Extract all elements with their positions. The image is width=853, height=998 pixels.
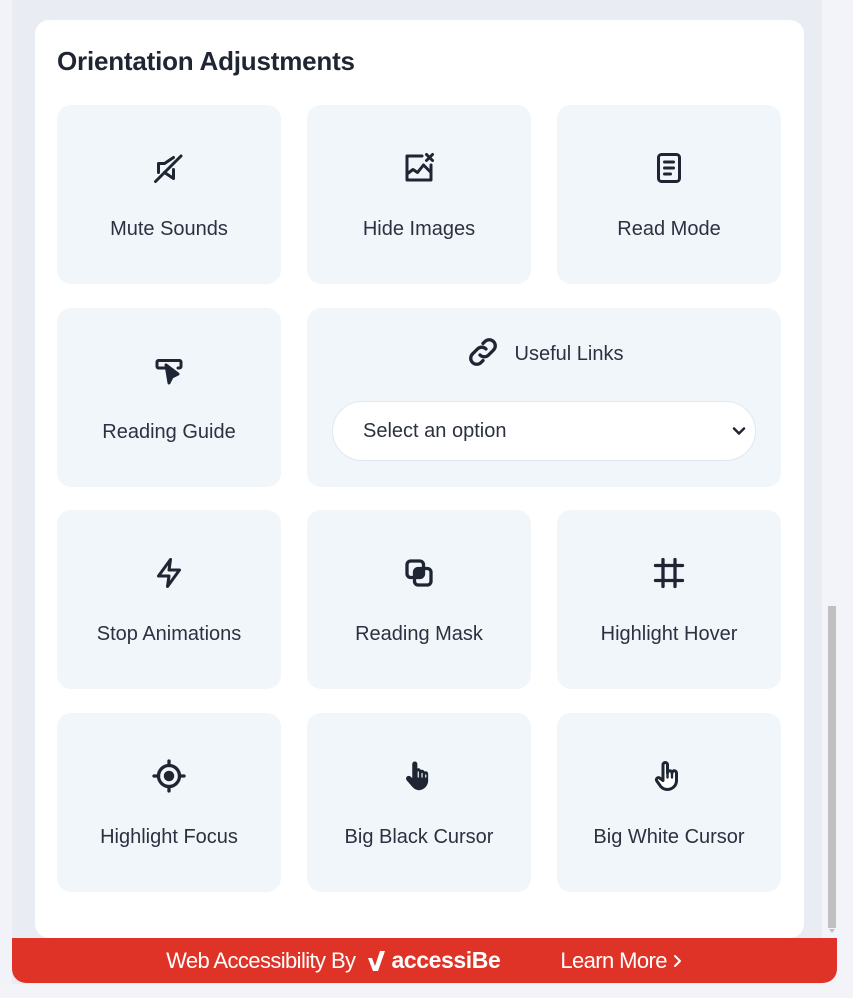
scroll-down-arrow[interactable] xyxy=(828,929,836,935)
tile-label: Hide Images xyxy=(362,218,476,240)
tile-highlight-focus[interactable]: Highlight Focus xyxy=(57,713,281,892)
tile-label: Read Mode xyxy=(617,218,721,240)
tile-label: Stop Animations xyxy=(96,623,242,645)
tile-mute-sounds[interactable]: Mute Sounds xyxy=(57,105,281,284)
triangle-down-icon xyxy=(829,929,835,933)
reading-guide-icon xyxy=(150,352,188,390)
tile-big-black-cursor[interactable]: Big Black Cursor xyxy=(307,713,531,892)
hand-pointer-outline-icon xyxy=(650,757,688,795)
tile-label: Big Black Cursor xyxy=(344,826,494,848)
useful-links-select[interactable]: Select an option xyxy=(332,401,756,461)
section-title: Orientation Adjustments xyxy=(57,46,355,76)
chevron-down-icon xyxy=(732,427,746,435)
tile-label: Highlight Hover xyxy=(600,623,738,645)
lightning-icon xyxy=(150,554,188,592)
tile-label: Reading Guide xyxy=(102,421,236,443)
mute-icon xyxy=(150,149,188,187)
hand-pointer-filled-icon xyxy=(400,757,438,795)
tile-useful-links: Useful Links Select an option xyxy=(307,308,781,487)
overlap-squares-icon xyxy=(400,554,438,592)
learn-more-link[interactable]: Learn More xyxy=(560,948,683,974)
background-bottom xyxy=(0,984,853,998)
footer-by-text: Web Accessibility By xyxy=(166,947,356,973)
tile-label: Highlight Focus xyxy=(100,826,238,848)
select-value: Select an option xyxy=(363,419,507,442)
tile-reading-mask[interactable]: Reading Mask xyxy=(307,510,531,689)
tile-big-white-cursor[interactable]: Big White Cursor xyxy=(557,713,781,892)
background-right xyxy=(822,0,853,998)
background-left xyxy=(0,0,12,998)
tile-reading-guide[interactable]: Reading Guide xyxy=(57,308,281,487)
scrollbar-thumb[interactable] xyxy=(828,606,836,928)
orientation-panel: Orientation Adjustments Mute Sounds Hide… xyxy=(35,20,804,938)
tile-highlight-hover[interactable]: Highlight Hover xyxy=(557,510,781,689)
link-icon xyxy=(465,334,501,375)
learn-more-label: Learn More xyxy=(560,947,667,973)
tile-label: Reading Mask xyxy=(355,623,483,645)
tile-label: Big White Cursor xyxy=(593,826,745,848)
chevron-right-icon xyxy=(673,954,681,967)
tile-stop-animations[interactable]: Stop Animations xyxy=(57,510,281,689)
document-icon xyxy=(650,149,688,187)
useful-links-label: Useful Links xyxy=(514,343,624,365)
tile-read-mode[interactable]: Read Mode xyxy=(557,105,781,284)
tile-label: Mute Sounds xyxy=(110,218,228,240)
hash-frame-icon xyxy=(650,554,688,592)
accessibility-footer: Web Accessibility By accessiBe Learn Mor… xyxy=(12,938,837,983)
tile-hide-images[interactable]: Hide Images xyxy=(307,105,531,284)
crosshair-icon xyxy=(150,757,188,795)
hide-image-icon xyxy=(400,149,438,187)
brand-name: accessiBe xyxy=(391,947,501,973)
accessibe-check-icon xyxy=(368,950,386,971)
accessibe-logo[interactable]: accessiBe xyxy=(367,947,501,974)
